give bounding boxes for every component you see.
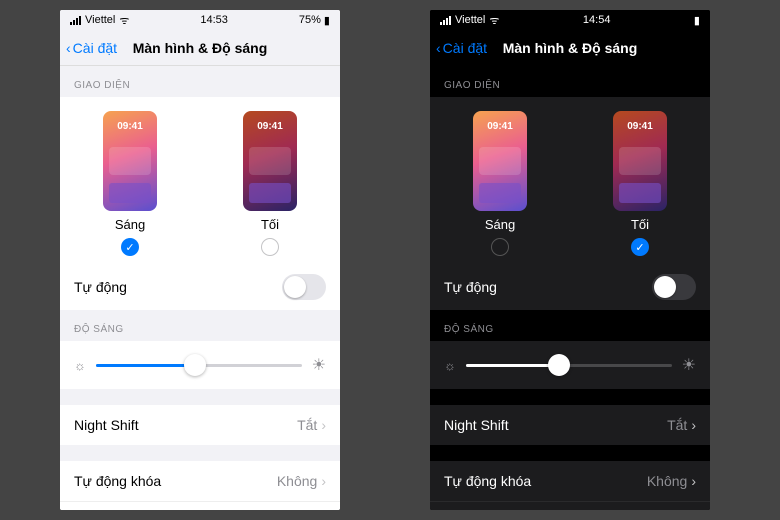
nav-bar: ‹ Cài đặt Màn hình & Độ sáng [430, 30, 710, 66]
brightness-slider-row: ☼ ☀ [60, 341, 340, 389]
brightness-slider[interactable] [96, 364, 302, 367]
chevron-right-icon: › [321, 473, 326, 489]
auto-toggle[interactable] [282, 274, 326, 300]
back-label: Cài đặt [73, 40, 117, 56]
back-button[interactable]: ‹ Cài đặt [66, 40, 117, 56]
phone-dark: Viettel ᯤ 14:54 ▮ ‹ Cài đặt Màn hình & Đ… [430, 10, 710, 510]
page-title: Màn hình & Độ sáng [503, 40, 638, 56]
appearance-option-dark[interactable]: 09:41 Tối [605, 111, 675, 256]
carrier: Viettel [85, 14, 115, 26]
night-shift-label: Night Shift [74, 417, 139, 433]
appearance-option-light[interactable]: 09:41 Sáng [465, 111, 535, 256]
light-option-label: Sáng [115, 217, 145, 232]
chevron-right-icon: › [691, 473, 696, 489]
battery-pct: 75% [299, 14, 321, 26]
wifi-icon: ᯤ [119, 13, 129, 28]
appearance-picker: 09:41 Sáng 09:41 Tối [60, 97, 340, 264]
light-option-label: Sáng [485, 217, 515, 232]
preview-dark: 09:41 [613, 111, 667, 211]
back-label: Cài đặt [443, 40, 487, 56]
section-appearance-label: GIAO DIỆN [60, 66, 340, 97]
preview-dark: 09:41 [243, 111, 297, 211]
radio-selected-icon[interactable] [631, 238, 649, 256]
auto-lock-label: Tự động khóa [74, 473, 161, 489]
raise-to-wake-row: Đưa lên để bật [60, 501, 340, 510]
radio-selected-icon[interactable] [121, 238, 139, 256]
clock: 14:54 [583, 14, 611, 26]
sun-large-icon: ☀ [682, 355, 696, 375]
auto-lock-row[interactable]: Tự động khóa Không› [430, 461, 710, 501]
auto-appearance-row: Tự động [430, 264, 710, 310]
wifi-icon: ᯤ [489, 13, 499, 28]
appearance-picker: 09:41 Sáng 09:41 Tối [430, 97, 710, 264]
raise-to-wake-row: Đưa lên để bật [430, 501, 710, 510]
clock: 14:53 [200, 14, 228, 26]
carrier: Viettel [455, 14, 485, 26]
brightness-slider[interactable] [466, 364, 672, 367]
section-brightness-label: ĐỘ SÁNG [430, 310, 710, 341]
auto-appearance-row: Tự động [60, 264, 340, 310]
chevron-left-icon: ‹ [436, 40, 441, 56]
night-shift-value: Tắt [667, 417, 687, 433]
night-shift-value: Tắt [297, 417, 317, 433]
auto-toggle[interactable] [652, 274, 696, 300]
auto-lock-row[interactable]: Tự động khóa Không› [60, 461, 340, 501]
dark-option-label: Tối [261, 217, 279, 232]
back-button[interactable]: ‹ Cài đặt [436, 40, 487, 56]
auto-label: Tự động [74, 279, 127, 295]
appearance-option-light[interactable]: 09:41 Sáng [95, 111, 165, 256]
chevron-right-icon: › [321, 417, 326, 433]
battery-icon: ▮ [694, 14, 700, 27]
brightness-slider-row: ☼ ☀ [430, 341, 710, 389]
status-bar: Viettel ᯤ 14:54 ▮ [430, 10, 710, 30]
preview-light: 09:41 [473, 111, 527, 211]
section-appearance-label: GIAO DIỆN [430, 66, 710, 97]
chevron-left-icon: ‹ [66, 40, 71, 56]
section-brightness-label: ĐỘ SÁNG [60, 310, 340, 341]
appearance-option-dark[interactable]: 09:41 Tối [235, 111, 305, 256]
night-shift-label: Night Shift [444, 417, 509, 433]
chevron-right-icon: › [691, 417, 696, 433]
signal-icon [70, 16, 81, 25]
sun-large-icon: ☀ [312, 355, 326, 375]
sun-small-icon: ☼ [444, 358, 456, 373]
auto-lock-value: Không [277, 473, 317, 489]
preview-light: 09:41 [103, 111, 157, 211]
radio-unselected-icon[interactable] [261, 238, 279, 256]
auto-lock-value: Không [647, 473, 687, 489]
night-shift-row[interactable]: Night Shift Tắt› [430, 405, 710, 445]
auto-lock-label: Tự động khóa [444, 473, 531, 489]
phone-light: Viettel ᯤ 14:53 75% ▮ ‹ Cài đặt Màn hình… [60, 10, 340, 510]
page-title: Màn hình & Độ sáng [133, 40, 268, 56]
dark-option-label: Tối [631, 217, 649, 232]
battery-icon: ▮ [324, 14, 330, 27]
signal-icon [440, 16, 451, 25]
status-bar: Viettel ᯤ 14:53 75% ▮ [60, 10, 340, 30]
auto-label: Tự động [444, 279, 497, 295]
nav-bar: ‹ Cài đặt Màn hình & Độ sáng [60, 30, 340, 66]
night-shift-row[interactable]: Night Shift Tắt› [60, 405, 340, 445]
sun-small-icon: ☼ [74, 358, 86, 373]
radio-unselected-icon[interactable] [491, 238, 509, 256]
